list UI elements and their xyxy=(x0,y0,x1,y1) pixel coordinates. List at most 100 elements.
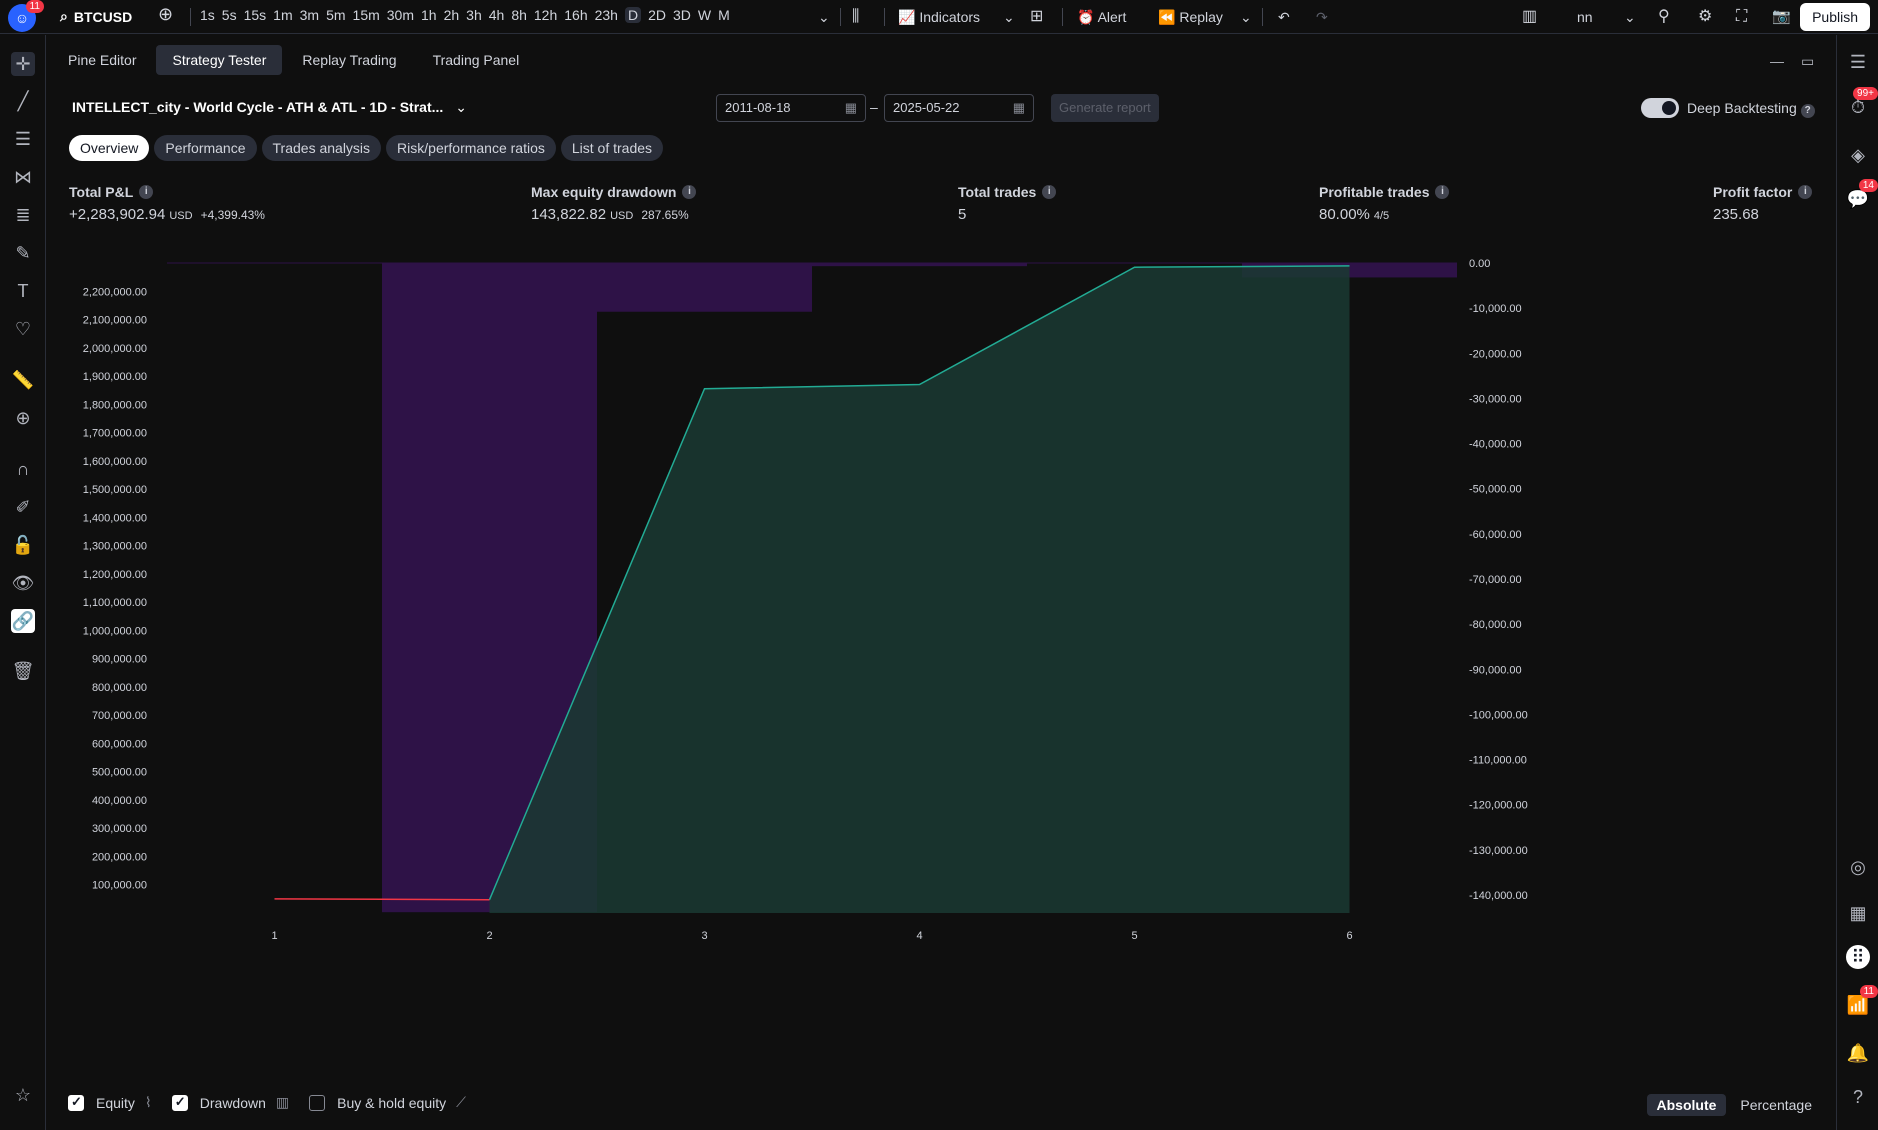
fib-icon[interactable]: ≣ xyxy=(11,203,35,227)
date-to-input[interactable]: 2025-05-22 ▦ xyxy=(884,94,1034,122)
timeframe-1s[interactable]: 1s xyxy=(200,7,215,23)
alerts-clock-icon[interactable]: ⏱ 99+ xyxy=(1846,87,1878,119)
date-from-input[interactable]: 2011-08-18 ▦ xyxy=(716,94,866,122)
signal-icon[interactable]: 📶 11 xyxy=(1846,985,1878,1017)
settings-gear-icon[interactable]: ⚙ xyxy=(1698,7,1712,27)
timeframe-16h[interactable]: 16h xyxy=(564,7,587,23)
target-icon[interactable]: ◎ xyxy=(1846,855,1870,879)
info-icon[interactable]: i xyxy=(1798,185,1813,199)
timeframe-dropdown-icon[interactable]: ⌄ xyxy=(818,7,830,27)
legend-buyhold[interactable]: Buy & hold equity ⟋ xyxy=(309,1094,466,1111)
horizontal-lines-icon[interactable]: ☰ xyxy=(11,127,35,151)
chat-icon[interactable]: 💬 14 xyxy=(1846,179,1878,211)
timeframe-23h[interactable]: 23h xyxy=(595,7,618,23)
maximize-icon[interactable]: ▭ xyxy=(1801,53,1814,70)
tab-strategy-tester[interactable]: Strategy Tester xyxy=(156,45,283,75)
eye-icon[interactable]: 👁 xyxy=(11,571,35,595)
magnet-icon[interactable]: ∩ xyxy=(11,457,35,481)
equity-chart[interactable]: 100,000.00 200,000.00 300,000.00 400,000.00… xyxy=(52,253,1828,1113)
timeframe-1h[interactable]: 1h xyxy=(421,7,437,23)
undo-icon[interactable]: ↶ xyxy=(1278,7,1290,27)
legend-drawdown[interactable]: Drawdown ▥ xyxy=(171,1094,289,1111)
timeframe-3h[interactable]: 3h xyxy=(466,7,482,23)
subtab-trades-analysis[interactable]: Trades analysis xyxy=(261,135,382,161)
layout-dropdown-icon[interactable]: ⌄ xyxy=(1624,7,1636,27)
timeframe-15s[interactable]: 15s xyxy=(244,7,267,23)
timeframe-2D[interactable]: 2D xyxy=(648,7,666,23)
timeframe-15m[interactable]: 15m xyxy=(353,7,380,23)
candle-type-icon[interactable]: ⫼ xyxy=(852,7,859,27)
trend-line-icon[interactable]: ╱ xyxy=(11,89,35,113)
layout-grid-icon[interactable]: ▥ xyxy=(1522,7,1537,27)
subtab-performance[interactable]: Performance xyxy=(154,135,257,161)
replay-button[interactable]: ⏪ Replay xyxy=(1158,7,1223,27)
heart-icon[interactable]: ♡ xyxy=(11,317,35,341)
trash-icon[interactable]: 🗑 xyxy=(11,659,35,683)
zoom-in-icon[interactable]: ⊕ xyxy=(11,406,35,430)
redo-icon[interactable]: ↷ xyxy=(1316,7,1328,27)
pattern-icon[interactable]: ⋈ xyxy=(11,165,35,189)
templates-icon[interactable]: ⊞ xyxy=(1030,7,1043,27)
timeframe-5s[interactable]: 5s xyxy=(222,7,237,23)
calendar-icon[interactable]: ▦ xyxy=(1846,901,1870,925)
indicators-dropdown-icon[interactable]: ⌄ xyxy=(1003,7,1015,27)
drawdown-checkbox[interactable] xyxy=(171,1094,188,1111)
link-icon[interactable]: 🔗 xyxy=(11,609,35,633)
help-icon[interactable]: ? xyxy=(1846,1085,1870,1109)
camera-icon[interactable]: 📷 xyxy=(1772,7,1791,27)
legend-equity[interactable]: Equity ⌇ xyxy=(68,1094,152,1111)
timeframe-M[interactable]: M xyxy=(718,7,730,23)
help-icon[interactable]: ? xyxy=(1800,104,1815,118)
timeframe-8h[interactable]: 8h xyxy=(511,7,527,23)
timeframe-1m[interactable]: 1m xyxy=(273,7,292,23)
mode-percentage[interactable]: Percentage xyxy=(1730,1094,1822,1116)
timeframe-W[interactable]: W xyxy=(698,7,711,23)
timeframe-3m[interactable]: 3m xyxy=(300,7,319,23)
info-icon[interactable]: i xyxy=(1435,185,1450,199)
indicators-button[interactable]: 📈 Indicators xyxy=(898,7,980,27)
alert-button[interactable]: ⏰ Alert xyxy=(1077,7,1126,27)
tab-trading-panel[interactable]: Trading Panel xyxy=(417,45,536,75)
symbol-search[interactable]: ⌕ BTCUSD xyxy=(60,8,132,25)
tab-pine-editor[interactable]: Pine Editor xyxy=(52,45,152,75)
star-icon[interactable]: ☆ xyxy=(11,1083,35,1107)
minimize-icon[interactable]: — xyxy=(1770,53,1784,69)
mode-absolute[interactable]: Absolute xyxy=(1646,1094,1727,1116)
lock-icon[interactable]: 🔓 xyxy=(11,533,35,557)
watchlist-icon[interactable]: ☰ xyxy=(1846,50,1870,74)
text-icon[interactable]: T xyxy=(11,279,35,303)
info-icon[interactable]: i xyxy=(139,185,154,199)
generate-report-button[interactable]: Generate report xyxy=(1051,94,1159,122)
info-icon[interactable]: i xyxy=(1042,185,1057,199)
timeframe-30m[interactable]: 30m xyxy=(387,7,414,23)
tab-replay-trading[interactable]: Replay Trading xyxy=(286,45,412,75)
subtab-overview[interactable]: Overview xyxy=(69,135,150,161)
deep-backtesting-toggle[interactable] xyxy=(1641,98,1679,118)
layout-name[interactable]: nn xyxy=(1577,7,1593,27)
timeframe-D[interactable]: D xyxy=(624,7,642,23)
ruler-icon[interactable]: 📏 xyxy=(11,368,35,392)
profile-avatar[interactable]: ☺ 11 xyxy=(8,0,44,32)
quick-search-icon[interactable]: ⚲ xyxy=(1658,7,1670,27)
bell-icon[interactable]: 🔔 xyxy=(1846,1041,1870,1065)
subtab-risk-ratios[interactable]: Risk/performance ratios xyxy=(386,135,556,161)
replay-dropdown-icon[interactable]: ⌄ xyxy=(1240,7,1252,27)
publish-button[interactable]: Publish xyxy=(1800,3,1870,31)
compare-symbol-icon[interactable]: ⊕ xyxy=(158,4,173,24)
brush-icon[interactable]: ✎ xyxy=(11,241,35,265)
apps-grid-icon[interactable]: ⠿ xyxy=(1846,945,1870,969)
info-icon[interactable]: i xyxy=(682,185,697,199)
equity-checkbox[interactable] xyxy=(68,1094,84,1111)
layers-icon[interactable]: ◈ xyxy=(1846,143,1870,167)
pencil-lock-icon[interactable]: ✐ xyxy=(11,495,35,519)
subtab-list-of-trades[interactable]: List of trades xyxy=(560,135,664,161)
timeframe-3D[interactable]: 3D xyxy=(673,7,691,23)
timeframe-5m[interactable]: 5m xyxy=(326,7,345,23)
timeframe-2h[interactable]: 2h xyxy=(444,7,460,23)
fullscreen-icon[interactable]: ⛶ xyxy=(1736,7,1747,27)
timeframe-4h[interactable]: 4h xyxy=(489,7,505,23)
timeframe-12h[interactable]: 12h xyxy=(534,7,557,23)
buyhold-checkbox[interactable] xyxy=(309,1094,326,1111)
crosshair-icon[interactable]: ✛ xyxy=(11,52,35,76)
strategy-selector[interactable]: INTELLECT_city - World Cycle - ATH & ATL… xyxy=(72,99,467,116)
